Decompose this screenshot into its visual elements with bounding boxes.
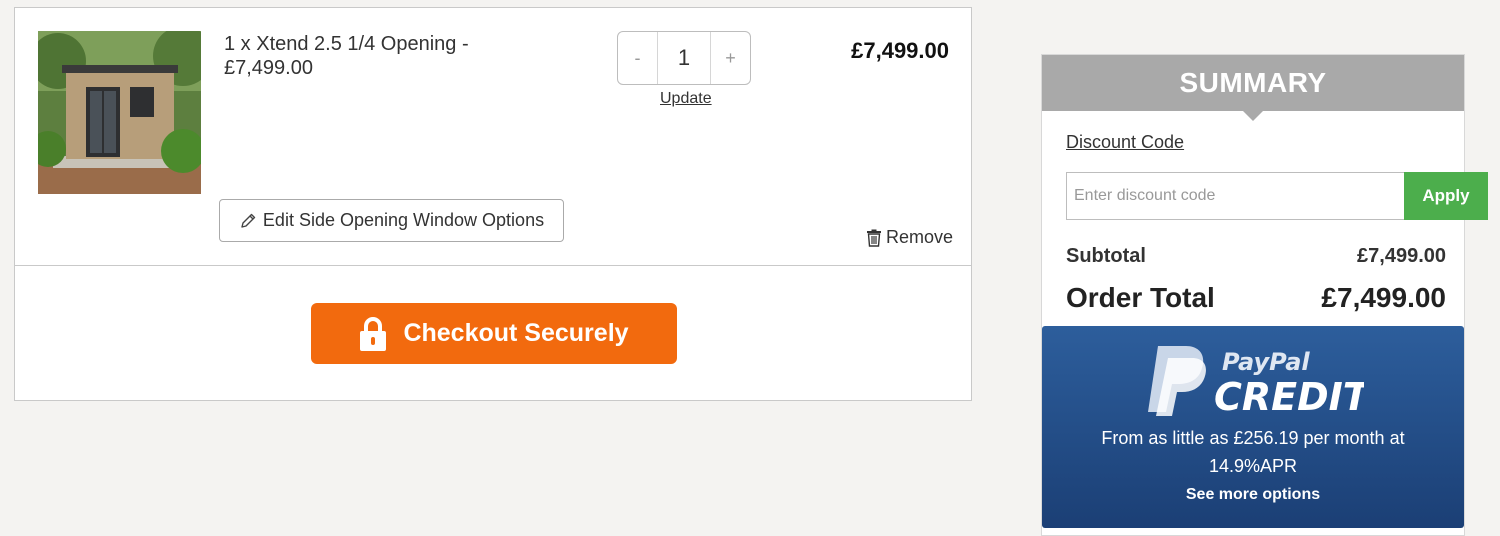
cart-item-row: 1 x Xtend 2.5 1/4 Opening - £7,499.00 - …	[15, 8, 971, 266]
paypal-brand-bottom: CREDIT	[1214, 375, 1364, 418]
trash-icon	[866, 229, 881, 247]
order-total-label: Order Total	[1066, 282, 1215, 313]
subtotal-value: £7,499.00	[1357, 245, 1446, 267]
line-item-price: £7,499.00	[851, 38, 949, 63]
item-description: 1 x Xtend 2.5 1/4 Opening - £7,499.00	[224, 33, 469, 79]
discount-code-input[interactable]	[1066, 172, 1404, 220]
quantity-stepper: - +	[617, 31, 751, 85]
remove-label: Remove	[885, 227, 953, 247]
order-total-row: Order Total £7,499.00	[1066, 282, 1446, 314]
cart-panel: 1 x Xtend 2.5 1/4 Opening - £7,499.00 - …	[14, 7, 972, 401]
paypal-credit-banner[interactable]: PayPal CREDIT From as little as £256.19 …	[1042, 326, 1464, 528]
quantity-decrease-button[interactable]: -	[618, 32, 658, 84]
paypal-credit-logo: PayPal CREDIT	[1148, 346, 1364, 418]
quantity-increase-button[interactable]: +	[710, 32, 750, 84]
paypal-finance-text: From as little as £256.19 per month at 1…	[1101, 428, 1405, 476]
lock-icon	[360, 316, 387, 351]
quantity-input[interactable]	[658, 32, 710, 84]
paypal-see-more-link[interactable]: See more options	[1042, 486, 1464, 504]
checkout-label: Checkout Securely	[403, 319, 629, 347]
edit-options-label: Edit Side Opening Window Options	[262, 210, 545, 230]
discount-code-link[interactable]: Discount Code	[1066, 132, 1184, 153]
edit-options-button[interactable]: Edit Side Opening Window Options	[219, 199, 564, 242]
product-photo	[38, 31, 201, 194]
summary-title: SUMMARY	[1042, 55, 1464, 121]
paypal-brand-top: PayPal	[1222, 348, 1310, 376]
update-link[interactable]: Update	[660, 90, 712, 108]
order-summary: SUMMARY Discount Code Apply Subtotal £7,…	[1041, 54, 1488, 536]
subtotal-label: Subtotal	[1066, 245, 1146, 267]
remove-button[interactable]: Remove	[866, 227, 953, 248]
order-total-value: £7,499.00	[1321, 282, 1446, 313]
subtotal-row: Subtotal £7,499.00	[1066, 245, 1446, 268]
apply-discount-button[interactable]: Apply	[1404, 172, 1488, 220]
product-image[interactable]	[38, 31, 201, 194]
pencil-icon	[241, 213, 256, 228]
checkout-button[interactable]: Checkout Securely	[311, 303, 677, 364]
